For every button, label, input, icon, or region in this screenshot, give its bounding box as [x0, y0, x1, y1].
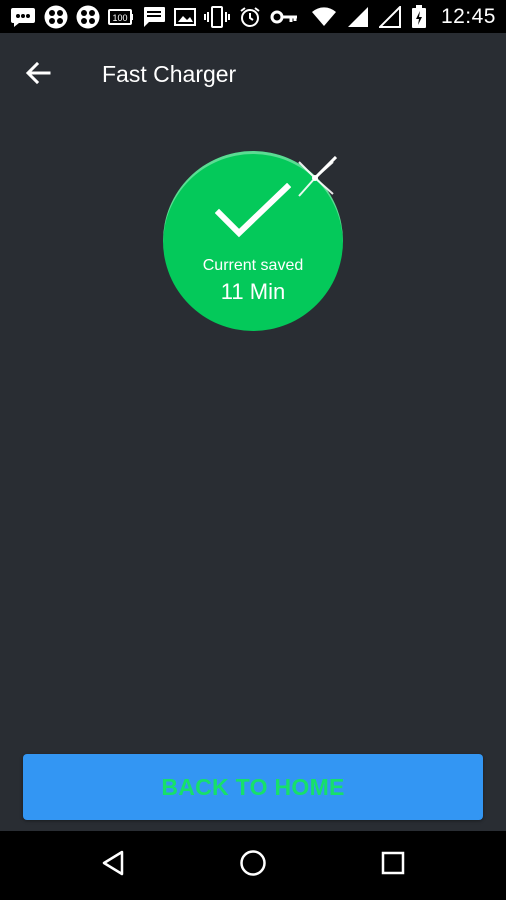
- home-circle-icon: [239, 849, 267, 882]
- saved-caption: Current saved: [202, 257, 304, 274]
- recents-square-icon: [381, 851, 405, 880]
- no-signal-icon: [378, 5, 401, 28]
- arrow-back-icon: [25, 61, 51, 90]
- status-notification-icons: 100: [10, 0, 298, 33]
- image-icon: [174, 7, 196, 27]
- nav-back-button[interactable]: [93, 845, 133, 885]
- alarm-icon: [238, 5, 262, 29]
- result-badge: Current saved 11 Min: [163, 151, 343, 331]
- status-bar: 100 12:45: [0, 0, 506, 33]
- sparkle-icon: [293, 155, 338, 205]
- message-icon: [142, 6, 166, 28]
- check-icon: [214, 182, 292, 248]
- key-icon: [270, 8, 298, 26]
- screen: 100 12:45 Fast Charger Current saved 11 …: [0, 0, 506, 900]
- nav-home-button[interactable]: [233, 845, 273, 885]
- page-title: Fast Charger: [102, 61, 237, 87]
- app-grid-icon: [44, 5, 68, 29]
- saved-value: 11 Min: [220, 279, 286, 304]
- navigation-bar: [0, 831, 506, 900]
- wifi-icon: [311, 6, 337, 27]
- app-grid-icon: [76, 5, 100, 29]
- battery-charging-icon: [411, 4, 427, 29]
- back-to-home-button[interactable]: BACK TO HOME: [23, 754, 483, 820]
- chat-dots-icon: [10, 6, 36, 28]
- back-to-home-label: BACK TO HOME: [161, 773, 345, 800]
- status-system-icons: 12:45: [311, 0, 496, 33]
- vibrate-icon: [204, 5, 230, 28]
- battery-100-icon: 100: [108, 7, 134, 27]
- nav-recents-button[interactable]: [373, 845, 413, 885]
- back-triangle-icon: [100, 849, 126, 882]
- status-time: 12:45: [440, 4, 496, 28]
- back-button[interactable]: [18, 55, 58, 95]
- signal-icon: [347, 6, 369, 28]
- app-bar: Fast Charger: [0, 33, 506, 115]
- battery-badge-text: 100: [112, 13, 127, 23]
- main-content: Current saved 11 Min BACK TO HOME: [0, 115, 506, 831]
